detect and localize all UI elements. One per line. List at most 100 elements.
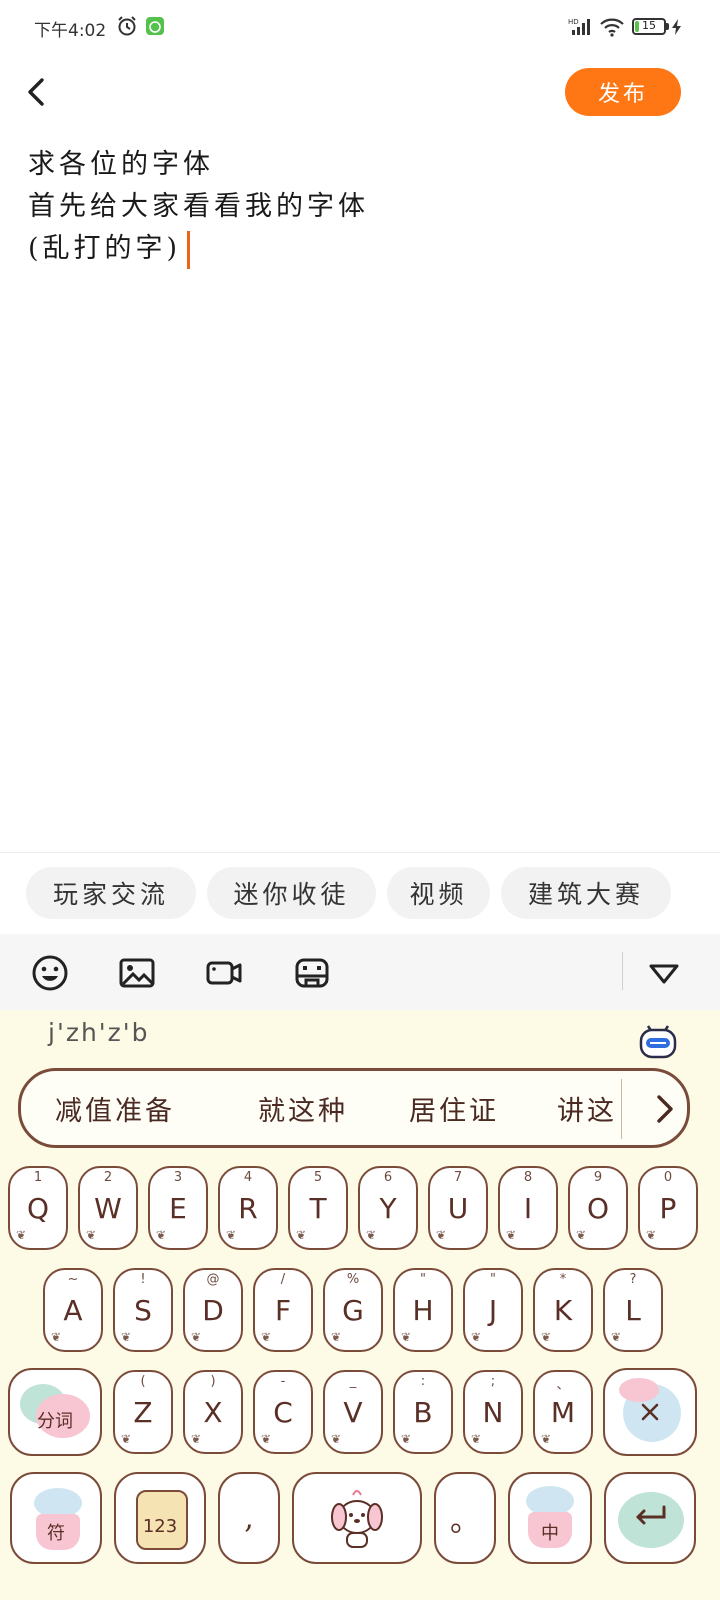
key-f-label: F	[274, 1293, 292, 1327]
key-r-secondary: 4	[243, 1170, 253, 1185]
key-leaf-decoration-icon: ❦	[156, 1228, 167, 1242]
space-key[interactable]	[292, 1472, 422, 1564]
candidate-bar: 减值准备 就这种 居住证 讲这	[18, 1068, 690, 1148]
key-leaf-decoration-icon: ❦	[16, 1228, 27, 1242]
key-g-label: G	[342, 1293, 364, 1327]
app-notification-icon	[146, 17, 164, 35]
key-h-secondary: "	[420, 1272, 426, 1287]
key-y[interactable]: 6 Y ❦	[358, 1166, 418, 1250]
key-y-secondary: 6	[383, 1170, 393, 1185]
key-k[interactable]: * K ❦	[533, 1268, 593, 1352]
key-f[interactable]: / F ❦	[253, 1268, 313, 1352]
key-d-secondary: @	[206, 1272, 220, 1287]
key-a-label: A	[63, 1293, 83, 1327]
key-h[interactable]: " H ❦	[393, 1268, 453, 1352]
key-d[interactable]: @ D ❦	[183, 1268, 243, 1352]
key-leaf-decoration-icon: ❦	[646, 1228, 657, 1242]
key-u[interactable]: 7 U ❦	[428, 1166, 488, 1250]
key-s[interactable]: ! S ❦	[113, 1268, 173, 1352]
key-leaf-decoration-icon: ❦	[331, 1432, 342, 1446]
key-i-label: I	[523, 1191, 533, 1225]
keyboard-assistant-icon[interactable]	[638, 1020, 678, 1060]
key-leaf-decoration-icon: ❦	[191, 1330, 202, 1344]
emoji-icon[interactable]	[31, 954, 69, 992]
delete-x-icon	[641, 1403, 659, 1421]
key-leaf-decoration-icon: ❦	[121, 1330, 132, 1344]
candidate-3[interactable]: 居住证	[409, 1089, 499, 1128]
key-leaf-decoration-icon: ❦	[471, 1432, 482, 1446]
editor-line-2: 首先给大家看看我的字体	[28, 191, 369, 222]
wifi-icon	[600, 18, 624, 37]
topic-chip-4[interactable]: 建筑大赛	[501, 867, 671, 919]
svg-text:HD: HD	[568, 18, 579, 26]
fenci-key[interactable]: 分词	[8, 1368, 102, 1456]
key-p[interactable]: 0 P ❦	[638, 1166, 698, 1250]
topic-chip-3[interactable]: 视频	[387, 867, 490, 919]
key-s-label: S	[134, 1293, 152, 1327]
key-w[interactable]: 2 W ❦	[78, 1166, 138, 1250]
topic-chip-2[interactable]: 迷你收徒	[207, 867, 376, 919]
topic-chip-1[interactable]: 玩家交流	[26, 867, 196, 919]
key-h-label: H	[412, 1293, 434, 1327]
key-m-label: M	[550, 1395, 576, 1429]
key-o-secondary: 9	[593, 1170, 603, 1185]
key-i[interactable]: 8 I ❦	[498, 1166, 558, 1250]
key-g[interactable]: % G ❦	[323, 1268, 383, 1352]
candidate-1[interactable]: 减值准备	[55, 1089, 175, 1128]
key-b[interactable]: : B ❦	[393, 1370, 453, 1454]
key-p-label: P	[659, 1191, 677, 1225]
key-z[interactable]: (Z ❦	[113, 1370, 173, 1454]
enter-key[interactable]	[604, 1472, 696, 1564]
key-q[interactable]: 1 Q ❦	[8, 1166, 68, 1250]
key-leaf-decoration-icon: ❦	[51, 1330, 62, 1344]
expand-candidates-icon[interactable]	[647, 1089, 681, 1129]
key-s-secondary: !	[140, 1272, 146, 1287]
comma-key[interactable]: ,	[218, 1472, 280, 1564]
back-chevron-icon[interactable]	[20, 72, 56, 112]
number-key[interactable]: 123	[114, 1472, 206, 1564]
key-k-label: K	[553, 1293, 573, 1327]
key-q-label: Q	[26, 1191, 50, 1225]
editor-toolbar	[0, 934, 720, 1010]
key-z-secondary: (	[140, 1374, 146, 1389]
candidate-4[interactable]: 讲这	[557, 1089, 617, 1128]
language-key-label: 中	[541, 1523, 559, 1544]
symbol-key[interactable]: 符	[10, 1472, 102, 1564]
publish-button[interactable]: 发布	[565, 68, 681, 116]
period-key[interactable]: 。	[434, 1472, 496, 1564]
game-controller-icon[interactable]	[293, 954, 331, 992]
key-leaf-decoration-icon: ❦	[541, 1432, 552, 1446]
key-x-label: X	[203, 1395, 223, 1429]
key-t[interactable]: 5 T ❦	[288, 1166, 348, 1250]
key-v[interactable]: _ V ❦	[323, 1370, 383, 1454]
key-leaf-decoration-icon: ❦	[541, 1330, 552, 1344]
key-y-label: Y	[379, 1191, 397, 1225]
delete-key[interactable]	[603, 1368, 697, 1456]
key-leaf-decoration-icon: ❦	[261, 1432, 272, 1446]
post-editor[interactable]: 求各位的字体 首先给大家看看我的字体 (乱打的字)	[28, 144, 688, 270]
candidate-2[interactable]: 就这种	[258, 1089, 348, 1128]
key-leaf-decoration-icon: ❦	[576, 1228, 587, 1242]
key-x[interactable]: ) X ❦	[183, 1370, 243, 1454]
key-j[interactable]: " J ❦	[463, 1268, 523, 1352]
key-u-label: U	[447, 1191, 469, 1225]
image-icon[interactable]	[118, 954, 156, 992]
key-v-label: V	[343, 1395, 363, 1429]
language-switch-key[interactable]: 中	[508, 1472, 592, 1564]
key-c[interactable]: - C ❦	[253, 1370, 313, 1454]
key-n-label: N	[482, 1395, 504, 1429]
video-icon[interactable]	[205, 954, 243, 992]
key-n[interactable]: ; N ❦	[463, 1370, 523, 1454]
key-r[interactable]: 4 R ❦	[218, 1166, 278, 1250]
key-a[interactable]: ~ A ❦	[43, 1268, 103, 1352]
puppy-icon	[331, 1490, 383, 1548]
collapse-keyboard-icon[interactable]	[645, 954, 683, 992]
topics-divider	[0, 852, 720, 853]
number-key-label: 123	[142, 1515, 178, 1537]
key-m[interactable]: 、 M ❦	[533, 1370, 593, 1454]
key-l[interactable]: ? L ❦	[603, 1268, 663, 1352]
text-caret	[187, 230, 191, 269]
key-o[interactable]: 9 O ❦	[568, 1166, 628, 1250]
enter-arrow-icon	[636, 1505, 666, 1525]
key-e[interactable]: 3 E ❦	[148, 1166, 208, 1250]
